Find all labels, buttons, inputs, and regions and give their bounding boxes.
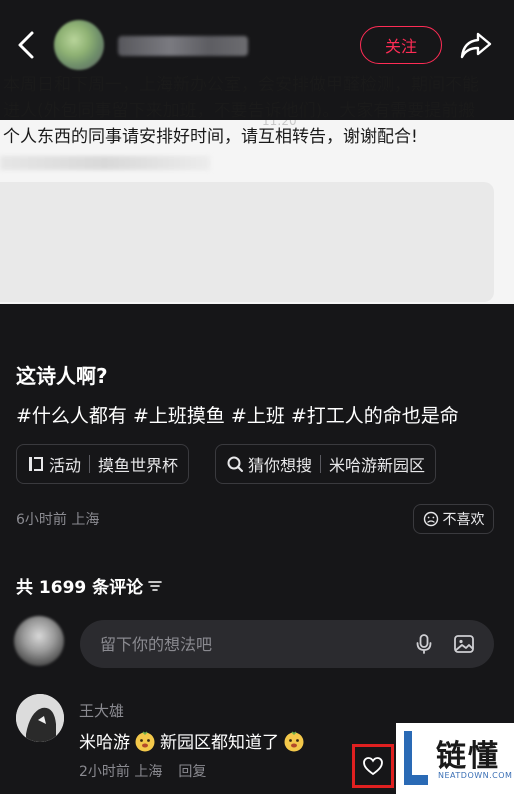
- reply-button[interactable]: 回复: [178, 761, 206, 781]
- image-icon: [454, 635, 474, 653]
- commenter-avatar[interactable]: [16, 694, 64, 742]
- emoji-icon: [284, 730, 304, 751]
- post-title: 这诗人啊?: [16, 364, 108, 388]
- comment-count[interactable]: 共 1699 条评论: [16, 573, 163, 598]
- message-bubble: [0, 182, 494, 302]
- activity-chip-value: 摸鱼世界杯: [98, 456, 179, 475]
- comment-count-text: 共 1699 条评论: [16, 578, 144, 598]
- activity-chip-label: 活动: [49, 456, 82, 475]
- share-button[interactable]: [458, 28, 494, 62]
- chip-divider: [320, 455, 322, 473]
- watermark-site: NEATDOWN.COM: [438, 771, 513, 780]
- comment-like-button[interactable]: [352, 744, 394, 788]
- comment-meta: 2小时前 上海 回复: [79, 761, 206, 781]
- sort-icon: [148, 580, 162, 591]
- post-time-location: 6小时前 上海: [16, 512, 100, 528]
- comment-input-box[interactable]: [80, 620, 494, 668]
- frown-face-icon: [423, 511, 438, 527]
- comment-text: 米哈游 新园区都知道了: [79, 728, 309, 753]
- share-icon: [460, 32, 492, 59]
- image-button[interactable]: [452, 632, 476, 656]
- related-search-label: 猜你想搜: [248, 456, 313, 475]
- back-button[interactable]: [12, 28, 42, 62]
- author-name-blurred[interactable]: [118, 36, 248, 56]
- watermark-logo: 链懂 NEATDOWN.COM: [396, 723, 514, 794]
- author-avatar[interactable]: [54, 20, 104, 70]
- related-search-chip[interactable]: 猜你想搜 米哈游新园区: [215, 444, 437, 484]
- activity-icon: [29, 457, 43, 471]
- emoji-icon: [135, 730, 155, 751]
- chevron-left-icon: [18, 31, 34, 59]
- follow-button[interactable]: 关注: [360, 26, 442, 64]
- activity-chip[interactable]: 活动 摸鱼世界杯: [16, 444, 190, 484]
- my-avatar: [14, 616, 64, 666]
- related-search-value: 米哈游新园区: [329, 456, 426, 475]
- comment-input[interactable]: [100, 632, 400, 656]
- comment-text-part1: 米哈游: [79, 733, 130, 753]
- comment-text-part2: 新园区都知道了: [160, 733, 279, 753]
- post-hashtags[interactable]: #什么人都有 #上班摸鱼 #上班 #打工人的命也是命: [16, 401, 459, 428]
- microphone-icon: [416, 634, 432, 654]
- search-icon: [227, 456, 243, 472]
- dislike-label: 不喜欢: [442, 512, 485, 528]
- dislike-button[interactable]: 不喜欢: [413, 504, 494, 534]
- watermark-brand: 链懂: [436, 739, 500, 774]
- voice-button[interactable]: [412, 632, 436, 656]
- message-text: 本周日和下周一，上海新办公室，会安排做甲醛检测，期间不能进人(外包同事留下来加班…: [3, 75, 479, 147]
- commenter-name[interactable]: 王大雄: [79, 700, 124, 721]
- brand-logo-icon: [404, 731, 428, 785]
- comment-time-location: 2小时前 上海: [79, 764, 163, 780]
- chip-divider: [89, 455, 91, 473]
- blurred-sender: [0, 156, 210, 170]
- heart-icon: [363, 757, 383, 776]
- sketch-avatar-icon: [16, 694, 64, 742]
